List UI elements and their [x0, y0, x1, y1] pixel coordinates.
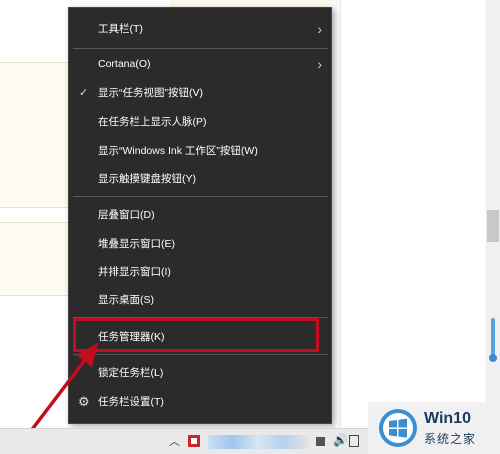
- windows-logo-icon: [379, 409, 417, 447]
- tray-icons-blurred: [208, 435, 308, 449]
- speaker-icon[interactable]: 🔊: [333, 433, 348, 447]
- notification-icon[interactable]: [349, 435, 359, 447]
- tray-app-icon[interactable]: [187, 434, 201, 448]
- watermark-title: Win10: [424, 410, 471, 427]
- watermark-logo: Win10 系统之家: [368, 402, 500, 454]
- chevron-up-icon[interactable]: ︿: [169, 433, 180, 449]
- watermark-subtitle: 系统之家: [424, 432, 477, 446]
- pointer-arrow-annotation: [22, 343, 98, 442]
- tray-icon[interactable]: [316, 437, 325, 446]
